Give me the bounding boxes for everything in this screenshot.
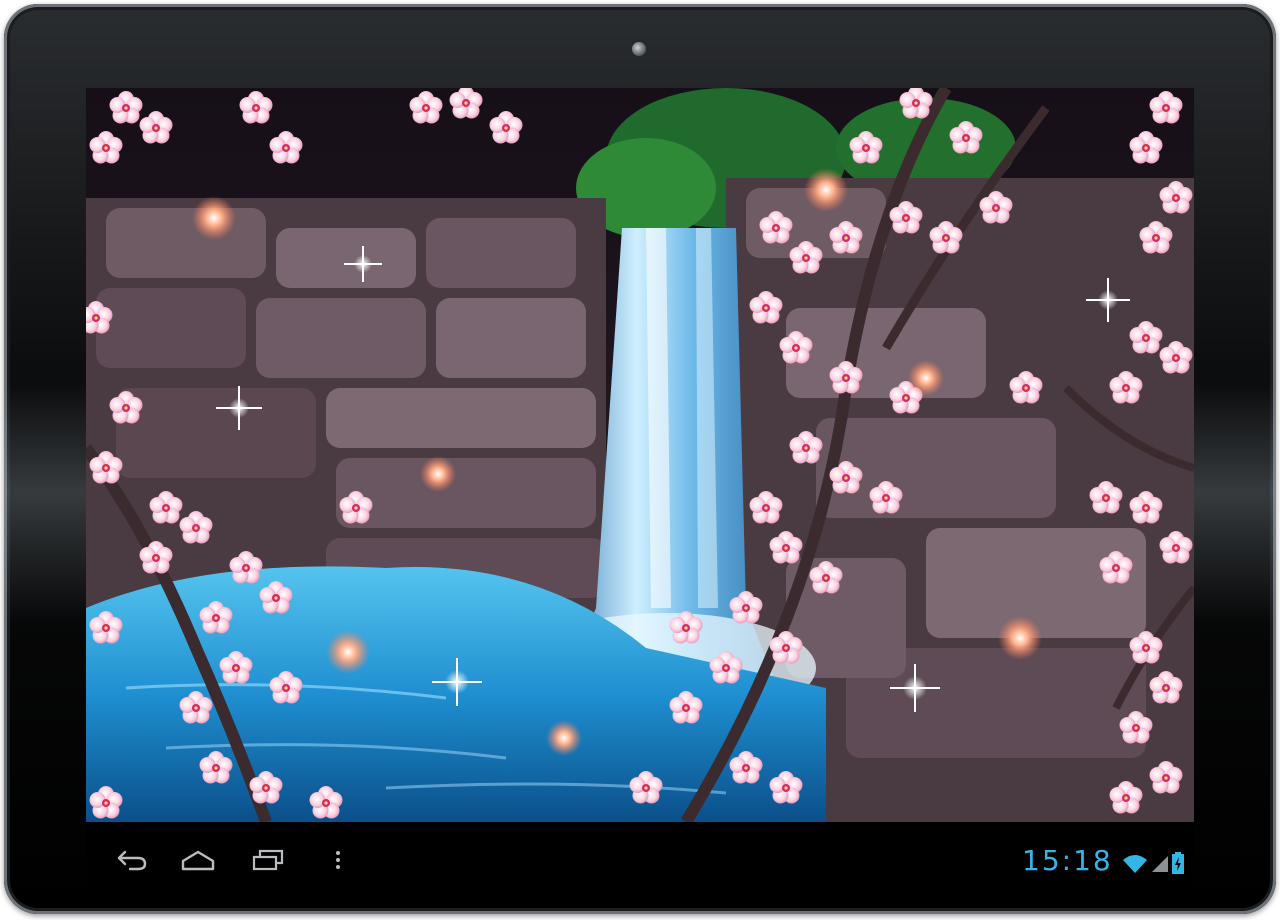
front-camera — [632, 42, 646, 56]
battery-charging-icon — [1172, 852, 1184, 874]
back-arrow-icon — [117, 850, 147, 871]
status-icons[interactable] — [1122, 848, 1184, 874]
menu-button[interactable] — [314, 840, 362, 880]
status-clock[interactable]: 15:18 — [1022, 844, 1113, 877]
signal-icon — [1152, 856, 1168, 872]
recent-apps-button[interactable] — [244, 840, 292, 880]
system-navigation-bar: 15:18 — [86, 822, 1194, 906]
recent-apps-icon — [252, 849, 284, 871]
wallpaper-scene — [86, 88, 1194, 822]
screen: 15:18 — [86, 88, 1194, 906]
wifi-icon — [1123, 855, 1147, 873]
tablet-frame: 15:18 — [4, 4, 1276, 914]
home-icon — [181, 850, 215, 871]
overflow-menu-icon — [336, 851, 340, 869]
back-button[interactable] — [108, 840, 156, 880]
home-button[interactable] — [174, 840, 222, 880]
live-wallpaper[interactable] — [86, 88, 1194, 822]
